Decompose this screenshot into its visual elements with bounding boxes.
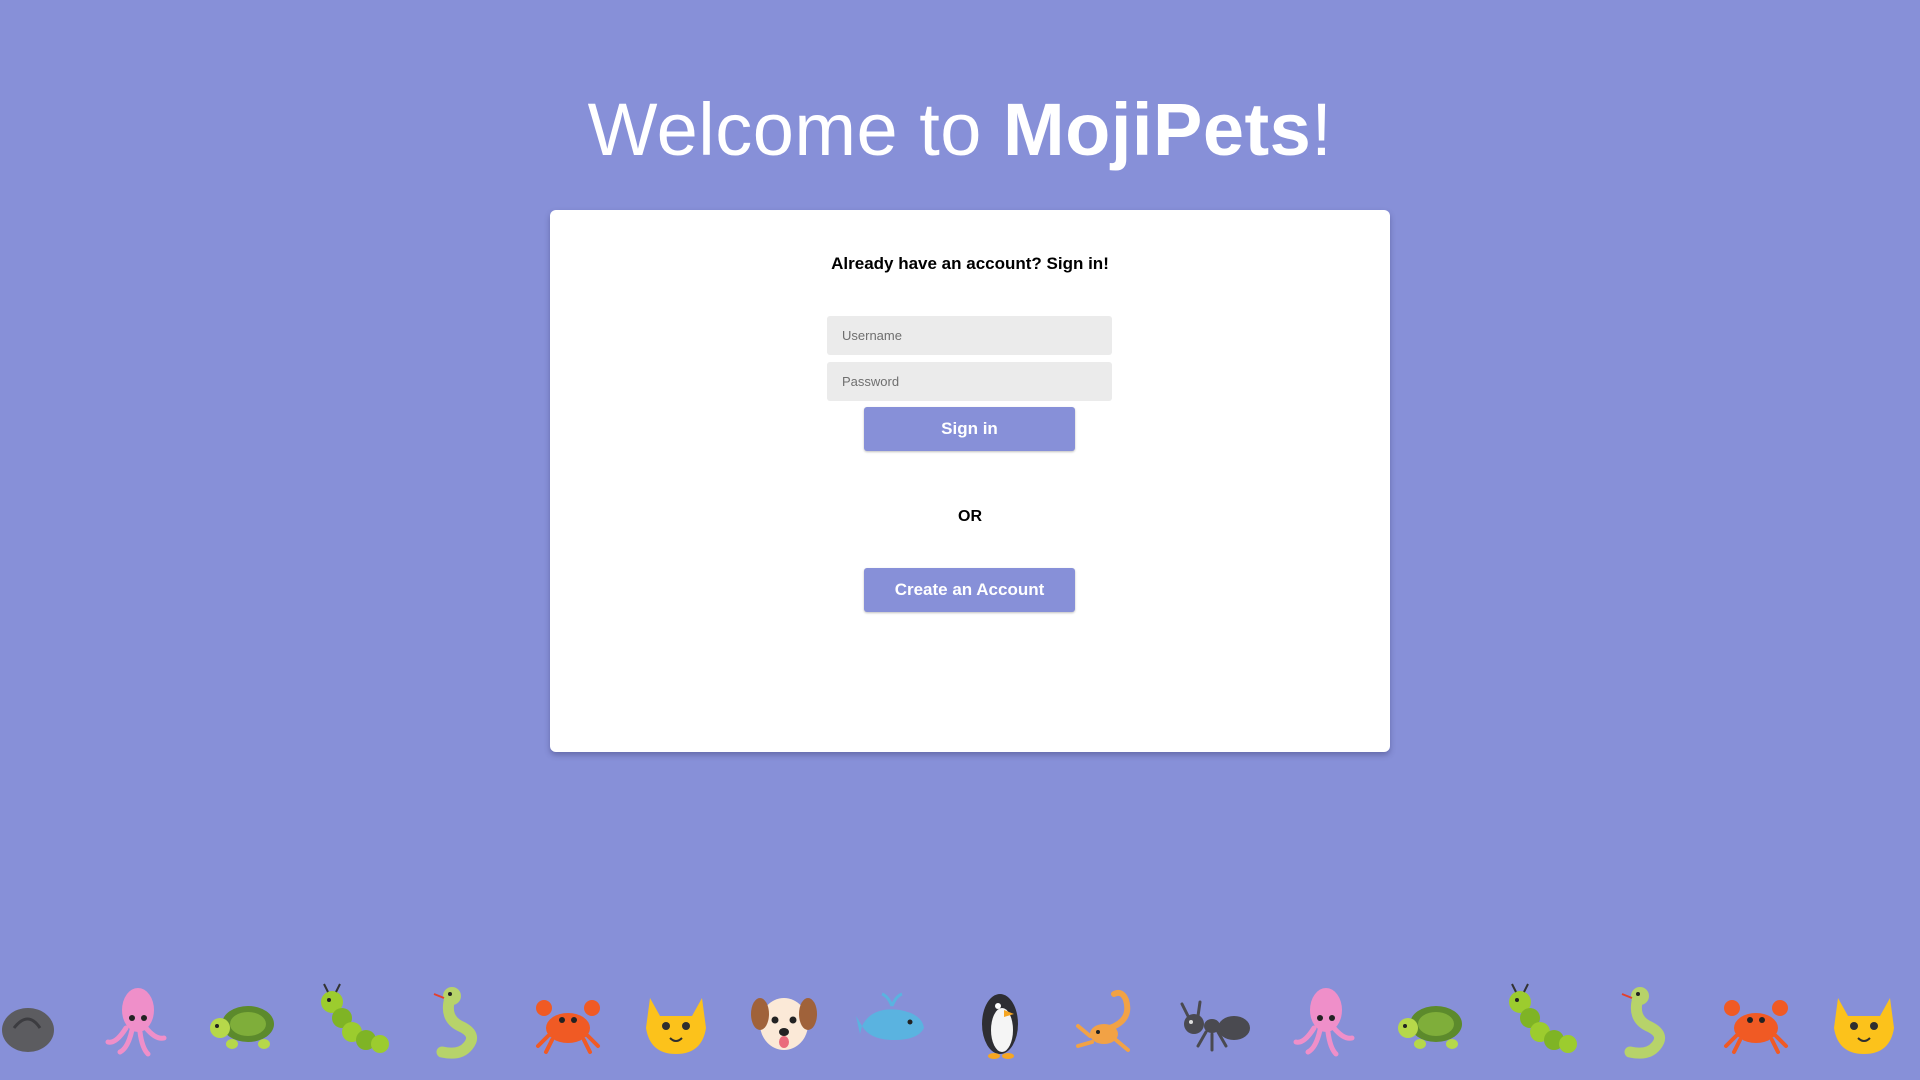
- page-title: Welcome to MojiPets!: [0, 88, 1920, 172]
- snake-icon: [1608, 980, 1688, 1060]
- turtle-icon: [1392, 980, 1472, 1060]
- title-prefix: Welcome to: [587, 88, 1004, 171]
- turtle-icon: [204, 980, 284, 1060]
- pet-emoji-strip: [0, 980, 1920, 1060]
- brand-name: MojiPets: [1003, 88, 1312, 171]
- snake-icon: [420, 980, 500, 1060]
- signin-heading: Already have an account? Sign in!: [831, 254, 1109, 273]
- cat-face-icon: [1824, 980, 1904, 1060]
- username-input[interactable]: [827, 316, 1112, 355]
- penguin-icon: [960, 980, 1040, 1060]
- cat-face-icon: [636, 980, 716, 1060]
- scorpion-icon: [1068, 980, 1148, 1060]
- create-account-button[interactable]: Create an Account: [864, 568, 1075, 612]
- login-card: Already have an account? Sign in! Sign i…: [550, 210, 1390, 752]
- caterpillar-icon: [1500, 980, 1580, 1060]
- caterpillar-icon: [312, 980, 392, 1060]
- or-divider: OR: [958, 508, 982, 525]
- whale-icon: [852, 980, 932, 1060]
- ant-icon: [1176, 980, 1256, 1060]
- squid-icon: [96, 980, 176, 1060]
- snail-shell-icon: [0, 980, 68, 1060]
- squid-icon: [1284, 980, 1364, 1060]
- password-input[interactable]: [827, 362, 1112, 401]
- dog-face-icon: [744, 980, 824, 1060]
- title-suffix: !: [1311, 88, 1333, 171]
- signin-button[interactable]: Sign in: [864, 407, 1075, 451]
- crab-icon: [528, 980, 608, 1060]
- crab-icon: [1716, 980, 1796, 1060]
